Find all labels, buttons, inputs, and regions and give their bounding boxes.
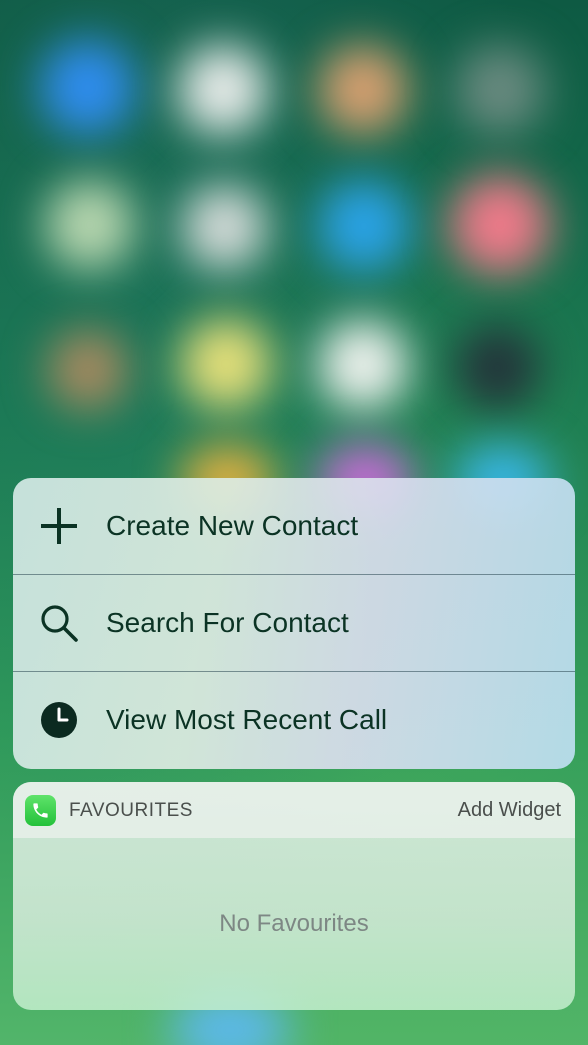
plus-icon [39,506,79,546]
add-widget-button[interactable]: Add Widget [458,799,561,822]
search-for-contact-action[interactable]: Search For Contact [13,575,575,671]
blurred-app-icon [455,45,545,135]
clock-icon [39,700,79,740]
blurred-app-icon [45,180,135,270]
blurred-app-icon [48,330,128,410]
blurred-app-icon [455,325,540,410]
create-new-contact-label: Create New Contact [106,510,359,541]
blurred-app-icon [318,320,408,410]
blurred-app-icon [178,45,268,135]
view-most-recent-call-action[interactable]: View Most Recent Call [13,672,575,768]
quick-actions-menu: Create New Contact Search For Contact Vi… [13,478,575,769]
blurred-app-icon [182,185,267,270]
view-most-recent-call-label: View Most Recent Call [106,704,388,735]
widget-header: FAVOURITES Add Widget [13,782,575,838]
blurred-app-icon [318,45,408,135]
search-for-contact-label: Search For Contact [106,607,349,638]
magnifier-icon [39,603,79,643]
blurred-app-icon [40,40,135,135]
blurred-app-icon [318,180,410,272]
widget-title: FAVOURITES [69,800,193,821]
empty-favourites-message: No Favourites [219,910,369,937]
create-new-contact-action[interactable]: Create New Contact [13,478,575,574]
favourites-widget: FAVOURITES Add Widget No Favourites [13,782,575,1010]
phone-app-icon [25,795,56,826]
blurred-app-icon [450,175,550,275]
blurred-app-icon [180,318,272,410]
